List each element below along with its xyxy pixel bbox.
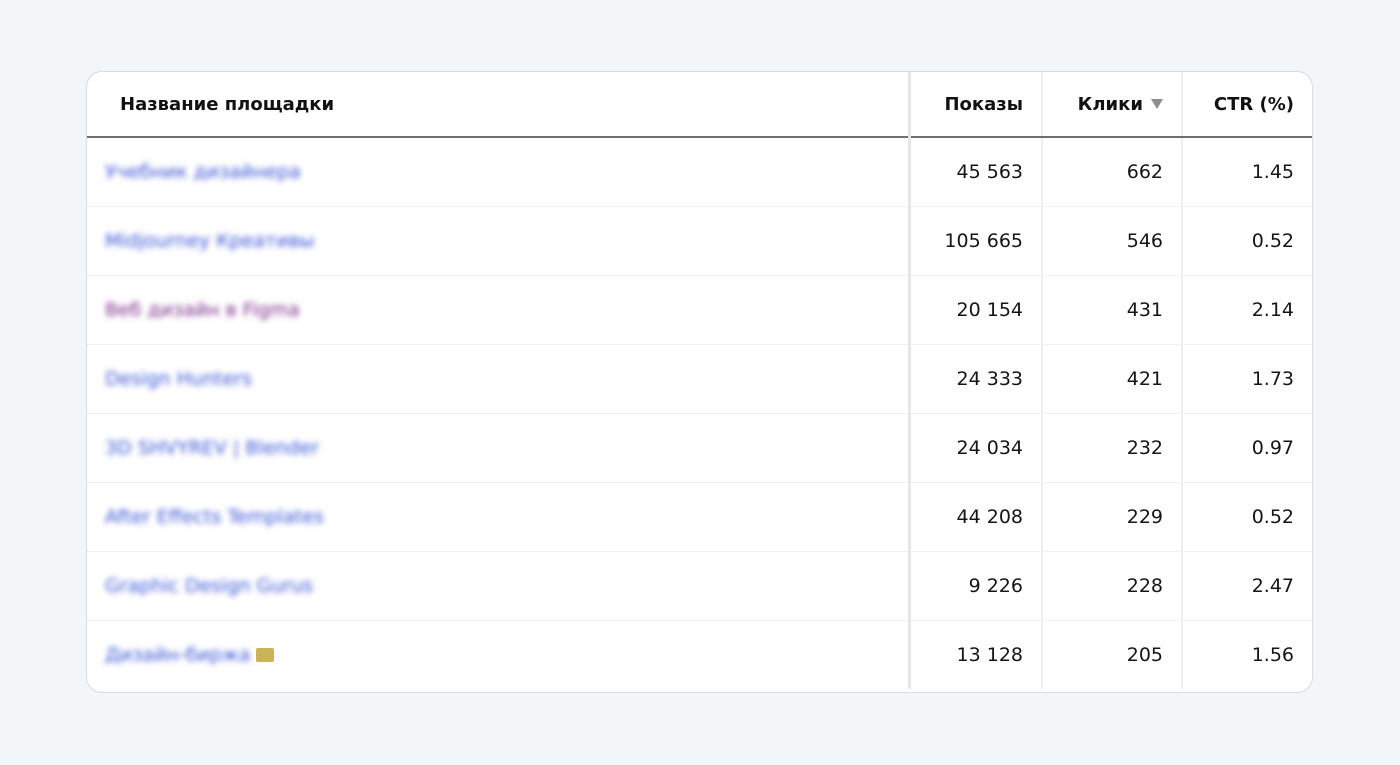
column-header-name: Название площадки bbox=[87, 72, 909, 138]
impressions-cell: 44 208 bbox=[907, 482, 1042, 552]
impressions-cell: 105 665 bbox=[907, 206, 1042, 276]
sites-table: Название площадки Показы Клики CTR (%) У… bbox=[87, 72, 1312, 689]
clicks-cell: 662 bbox=[1041, 137, 1182, 207]
sites-table-card: Название площадки Показы Клики CTR (%) У… bbox=[86, 71, 1313, 693]
site-name-cell: Дизайн-биржа bbox=[87, 620, 909, 689]
site-name-cell: Graphic Design Gurus bbox=[87, 551, 909, 621]
table-row: Design Hunters 24 333 421 1.73 bbox=[87, 344, 1312, 414]
table-row: Дизайн-биржа 13 128 205 1.56 bbox=[87, 620, 1312, 689]
column-header-impressions[interactable]: Показы bbox=[907, 72, 1042, 138]
column-header-ctr[interactable]: CTR (%) bbox=[1181, 72, 1312, 138]
emoji-icon bbox=[256, 648, 275, 663]
clicks-cell: 431 bbox=[1041, 275, 1182, 345]
column-header-clicks[interactable]: Клики bbox=[1041, 72, 1182, 138]
table-row: Midjourney Креативы 105 665 546 0.52 bbox=[87, 206, 1312, 276]
site-name-cell: Веб дизайн в Figma bbox=[87, 275, 909, 345]
impressions-cell: 24 333 bbox=[907, 344, 1042, 414]
clicks-cell: 421 bbox=[1041, 344, 1182, 414]
table-body: Учебник дизайнера 45 563 662 1.45 Midjou… bbox=[87, 137, 1312, 689]
header-row: Название площадки Показы Клики CTR (%) bbox=[87, 72, 1312, 138]
site-link[interactable]: Midjourney Креативы bbox=[105, 230, 315, 252]
site-name-cell: 3D SHVYREV | Blender bbox=[87, 413, 909, 483]
site-name-cell: Midjourney Креативы bbox=[87, 206, 909, 276]
table-row: Graphic Design Gurus 9 226 228 2.47 bbox=[87, 551, 1312, 621]
impressions-cell: 13 128 bbox=[907, 620, 1042, 689]
site-link[interactable]: Graphic Design Gurus bbox=[105, 575, 313, 597]
ctr-cell: 0.52 bbox=[1181, 206, 1312, 276]
column-header-clicks-label: Клики bbox=[1077, 93, 1143, 115]
ctr-cell: 2.47 bbox=[1181, 551, 1312, 621]
site-name-cell: Design Hunters bbox=[87, 344, 909, 414]
impressions-cell: 20 154 bbox=[907, 275, 1042, 345]
clicks-cell: 232 bbox=[1041, 413, 1182, 483]
clicks-cell: 205 bbox=[1041, 620, 1182, 689]
table-header: Название площадки Показы Клики CTR (%) bbox=[87, 72, 1312, 138]
site-link[interactable]: Веб дизайн в Figma bbox=[105, 299, 300, 321]
ctr-cell: 1.56 bbox=[1181, 620, 1312, 689]
table-row: Учебник дизайнера 45 563 662 1.45 bbox=[87, 137, 1312, 207]
ctr-cell: 1.73 bbox=[1181, 344, 1312, 414]
site-name-cell: Учебник дизайнера bbox=[87, 137, 909, 207]
clicks-cell: 229 bbox=[1041, 482, 1182, 552]
site-link[interactable]: After Effects Templates bbox=[105, 506, 324, 528]
impressions-cell: 24 034 bbox=[907, 413, 1042, 483]
clicks-cell: 228 bbox=[1041, 551, 1182, 621]
table-row: Веб дизайн в Figma 20 154 431 2.14 bbox=[87, 275, 1312, 345]
table-row: After Effects Templates 44 208 229 0.52 bbox=[87, 482, 1312, 552]
impressions-cell: 45 563 bbox=[907, 137, 1042, 207]
ctr-cell: 1.45 bbox=[1181, 137, 1312, 207]
site-link[interactable]: Учебник дизайнера bbox=[105, 161, 301, 183]
ctr-cell: 2.14 bbox=[1181, 275, 1312, 345]
site-name-cell: After Effects Templates bbox=[87, 482, 909, 552]
ctr-cell: 0.97 bbox=[1181, 413, 1312, 483]
sort-down-icon[interactable] bbox=[1151, 98, 1163, 109]
site-link[interactable]: 3D SHVYREV | Blender bbox=[105, 437, 319, 459]
site-link[interactable]: Дизайн-биржа bbox=[105, 644, 250, 666]
clicks-cell: 546 bbox=[1041, 206, 1182, 276]
ctr-cell: 0.52 bbox=[1181, 482, 1312, 552]
impressions-cell: 9 226 bbox=[907, 551, 1042, 621]
site-link[interactable]: Design Hunters bbox=[105, 368, 252, 390]
table-row: 3D SHVYREV | Blender 24 034 232 0.97 bbox=[87, 413, 1312, 483]
